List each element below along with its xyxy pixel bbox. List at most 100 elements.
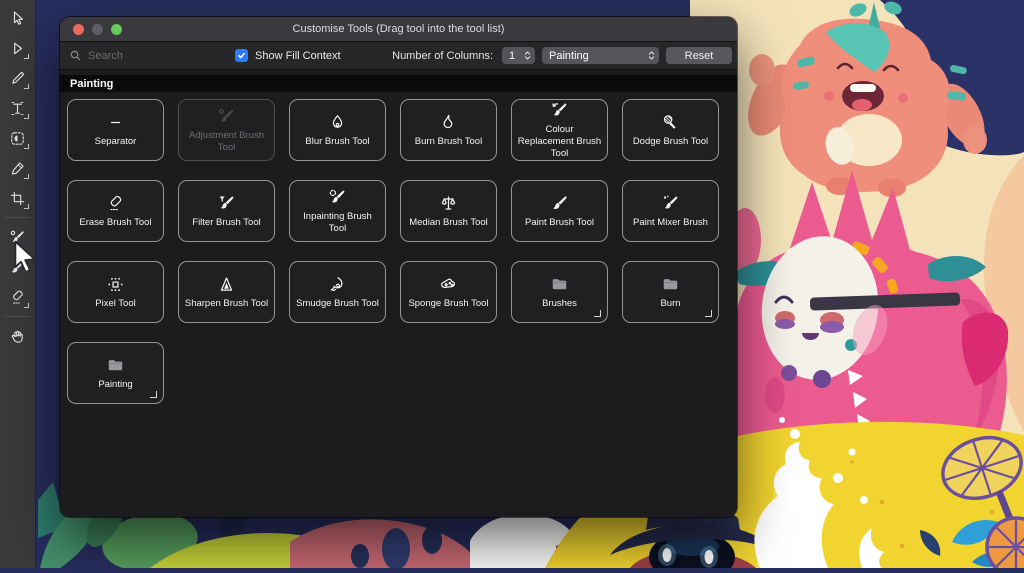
close-button[interactable] bbox=[73, 24, 84, 35]
sidebar-tool-selection-brush[interactable] bbox=[3, 123, 33, 153]
magnifier-icon bbox=[70, 50, 81, 61]
dialog-content: Painting Separator Adjustment Brush Tool B… bbox=[60, 70, 737, 517]
inpainting-icon bbox=[327, 187, 348, 208]
adjustment-brush-icon bbox=[216, 106, 237, 127]
folder-icon bbox=[660, 274, 681, 295]
show-fill-context-checkbox[interactable] bbox=[235, 49, 248, 62]
sidebar-tool-move[interactable] bbox=[3, 33, 33, 63]
flyout-corner bbox=[24, 303, 29, 308]
median-icon bbox=[438, 193, 459, 214]
tool-label: Separator bbox=[95, 136, 137, 148]
dialog-titlebar[interactable]: Customise Tools (Drag tool into the tool… bbox=[60, 17, 737, 42]
tool-label: Paint Brush Tool bbox=[525, 217, 594, 229]
erase-icon bbox=[105, 193, 126, 214]
tool-label: Painting bbox=[98, 379, 132, 391]
tool-label: Colour Replacement Brush Tool bbox=[517, 124, 602, 160]
tool-group-painting[interactable]: Painting bbox=[67, 342, 164, 404]
section-header: Painting bbox=[60, 75, 737, 92]
flyout-corner bbox=[24, 54, 29, 59]
tool-button-burn-brush-tool[interactable]: Burn Brush Tool bbox=[400, 99, 497, 161]
colour-replacement-icon bbox=[549, 100, 570, 121]
tool-label: Blur Brush Tool bbox=[305, 136, 369, 148]
sidebar-tool-colour-picker[interactable] bbox=[3, 153, 33, 183]
flyout-corner bbox=[24, 144, 29, 149]
tool-button-filter-brush-tool[interactable]: Filter Brush Tool bbox=[178, 180, 275, 242]
minimize-button[interactable] bbox=[92, 24, 103, 35]
stepper-chevrons-icon bbox=[524, 50, 531, 61]
tool-button-blur-brush-tool[interactable]: Blur Brush Tool bbox=[289, 99, 386, 161]
tool-button-paint-brush-tool[interactable]: Paint Brush Tool bbox=[511, 180, 608, 242]
tool-label: Adjustment Brush Tool bbox=[184, 130, 269, 154]
tool-label: Sharpen Brush Tool bbox=[185, 298, 268, 310]
sidebar-tool-pen[interactable] bbox=[3, 63, 33, 93]
number-of-columns-label: Number of Columns: bbox=[392, 50, 493, 62]
sidebar-tool-erase[interactable] bbox=[3, 282, 33, 312]
folder-icon bbox=[549, 274, 570, 295]
tool-label: Brushes bbox=[542, 298, 577, 310]
tool-label: Median Brush Tool bbox=[409, 217, 488, 229]
tool-group-burn[interactable]: Burn bbox=[622, 261, 719, 323]
tool-label: Burn bbox=[660, 298, 680, 310]
mouse-cursor bbox=[13, 240, 40, 276]
blur-icon bbox=[327, 112, 348, 133]
search-input[interactable] bbox=[86, 49, 215, 63]
group-corner-mark bbox=[705, 310, 712, 317]
select-chevrons-icon bbox=[648, 50, 655, 61]
check-icon bbox=[237, 51, 246, 60]
customise-tools-dialog: Customise Tools (Drag tool into the tool… bbox=[60, 17, 737, 517]
category-select[interactable]: Painting bbox=[542, 47, 659, 64]
tool-button-dodge-brush-tool[interactable]: Dodge Brush Tool bbox=[622, 99, 719, 161]
tool-button-erase-brush-tool[interactable]: Erase Brush Tool bbox=[67, 180, 164, 242]
paint-mixer-icon bbox=[660, 193, 681, 214]
tool-label: Erase Brush Tool bbox=[79, 217, 151, 229]
dodge-icon bbox=[660, 112, 681, 133]
sidebar-tool-hand[interactable] bbox=[3, 321, 33, 351]
group-corner-mark bbox=[594, 310, 601, 317]
columns-stepper[interactable]: 1 bbox=[502, 47, 535, 64]
flyout-corner bbox=[24, 84, 29, 89]
tool-label: Burn Brush Tool bbox=[415, 136, 482, 148]
dialog-title: Customise Tools (Drag tool into the tool… bbox=[60, 23, 737, 35]
sharpen-icon bbox=[216, 274, 237, 295]
burn-icon bbox=[438, 112, 459, 133]
show-fill-context-label: Show Fill Context bbox=[255, 50, 341, 62]
flyout-corner bbox=[24, 204, 29, 209]
columns-value: 1 bbox=[509, 50, 515, 62]
dialog-toolbar: Show Fill Context Number of Columns: 1 P… bbox=[60, 42, 737, 70]
sidebar-tool-frame-text[interactable] bbox=[3, 93, 33, 123]
sidebar-divider bbox=[5, 316, 31, 317]
pixel-icon bbox=[105, 274, 126, 295]
search-field[interactable] bbox=[70, 49, 228, 63]
sidebar-tool-crop[interactable] bbox=[3, 183, 33, 213]
tool-button-separator[interactable]: Separator bbox=[67, 99, 164, 161]
reset-button[interactable]: Reset bbox=[666, 47, 732, 64]
tool-group-brushes[interactable]: Brushes bbox=[511, 261, 608, 323]
tool-sidebar bbox=[0, 0, 36, 568]
tool-button-colour-replacement-brush-tool[interactable]: Colour Replacement Brush Tool bbox=[511, 99, 608, 161]
hand-icon bbox=[8, 327, 27, 346]
tool-button-paint-mixer-brush[interactable]: Paint Mixer Brush bbox=[622, 180, 719, 242]
folder-icon bbox=[105, 355, 126, 376]
tool-button-sharpen-brush-tool[interactable]: Sharpen Brush Tool bbox=[178, 261, 275, 323]
filter-icon bbox=[216, 193, 237, 214]
tool-grid: Separator Adjustment Brush Tool Blur Brush… bbox=[60, 92, 737, 404]
traffic-lights bbox=[73, 17, 122, 41]
tool-button-sponge-brush-tool[interactable]: Sponge Brush Tool bbox=[400, 261, 497, 323]
tool-button-smudge-brush-tool[interactable]: Smudge Brush Tool bbox=[289, 261, 386, 323]
tool-label: Sponge Brush Tool bbox=[408, 298, 488, 310]
zoom-button[interactable] bbox=[111, 24, 122, 35]
tool-label: Paint Mixer Brush bbox=[633, 217, 708, 229]
tool-label: Inpainting Brush Tool bbox=[295, 211, 380, 235]
tool-label: Pixel Tool bbox=[95, 298, 136, 310]
tool-button-inpainting-brush-tool[interactable]: Inpainting Brush Tool bbox=[289, 180, 386, 242]
smudge-icon bbox=[327, 274, 348, 295]
tool-button-pixel-tool[interactable]: Pixel Tool bbox=[67, 261, 164, 323]
group-corner-mark bbox=[150, 391, 157, 398]
sidebar-tool-cursor[interactable] bbox=[3, 3, 33, 33]
sidebar-divider bbox=[5, 217, 31, 218]
tool-label: Filter Brush Tool bbox=[192, 217, 260, 229]
tool-button-median-brush-tool[interactable]: Median Brush Tool bbox=[400, 180, 497, 242]
tool-button-adjustment-brush-tool[interactable]: Adjustment Brush Tool bbox=[178, 99, 275, 161]
flyout-corner bbox=[24, 174, 29, 179]
paint-brush-icon bbox=[549, 193, 570, 214]
